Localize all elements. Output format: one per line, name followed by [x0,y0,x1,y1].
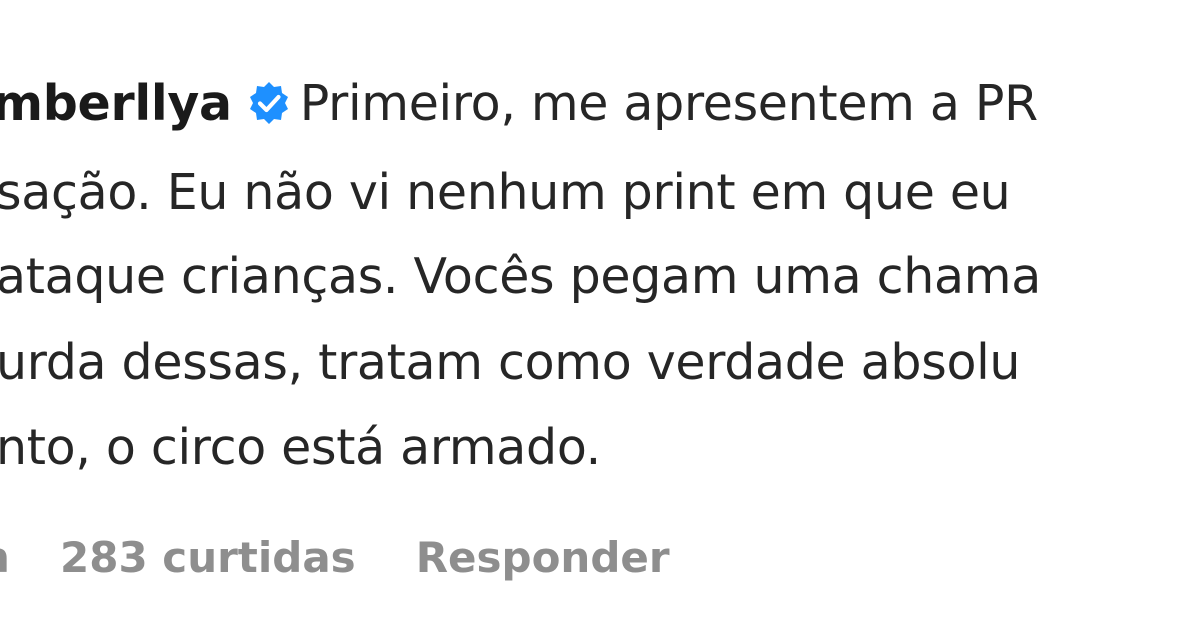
comment-text-line-5: nto, o circo está armado. [0,419,601,476]
verified-badge-icon [246,80,292,126]
comment-line-3: ataque crianças. Vocês pegam uma chama [0,247,1041,307]
comment-text-line-4: urda dessas, tratam como verdade absolu [0,334,1021,391]
comment-card: mberllya Primeiro, me apresentem a PR sa… [0,0,1200,630]
comment-line-5: nto, o circo está armado. [0,418,601,478]
likes-count-link[interactable]: 283 curtidas [60,533,356,582]
comment-text-line-1: Primeiro, me apresentem a PR [299,75,1038,132]
comment-line-2: sação. Eu não vi nenhum print em que eu [0,163,1011,223]
comment-text-line-3: ataque crianças. Vocês pegam uma chama [0,248,1041,305]
reply-button[interactable]: Responder [416,533,670,582]
comment-line-4: urda dessas, tratam como verdade absolu [0,333,1021,393]
comment-actions: h 283 curtidas Responder [0,528,670,588]
comment-text-line-2: sação. Eu não vi nenhum print em que eu [0,164,1011,221]
comment-line-1: mberllya Primeiro, me apresentem a PR [0,74,1038,134]
comment-timestamp: h [0,528,12,588]
comment-username[interactable]: mberllya [0,75,232,132]
